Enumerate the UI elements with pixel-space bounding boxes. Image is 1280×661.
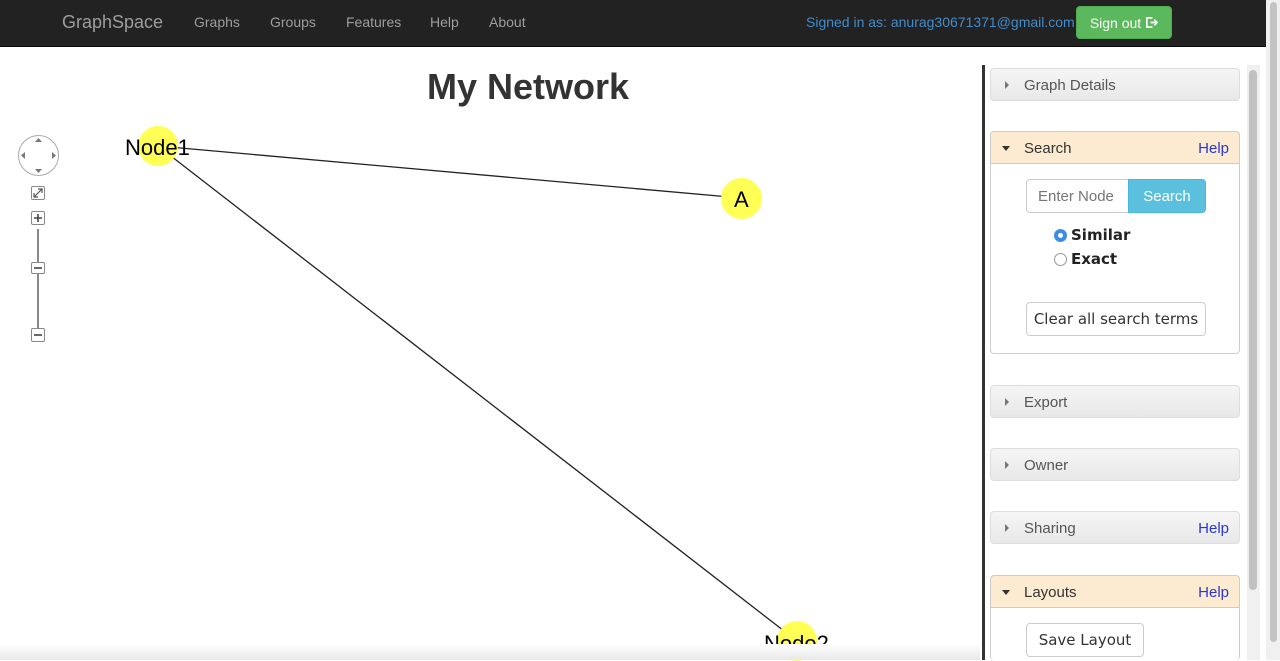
layouts-help-link[interactable]: Help — [1198, 584, 1229, 601]
node-label-node1: Node1 — [125, 135, 190, 160]
search-help-link[interactable]: Help — [1198, 140, 1229, 157]
panel-owner[interactable]: Owner — [990, 448, 1240, 481]
panel-search[interactable]: Search Help — [990, 131, 1240, 164]
pan-arrows-icon — [21, 138, 56, 173]
save-layout-button[interactable]: Save Layout — [1026, 623, 1144, 657]
panel-layouts[interactable]: Layouts Help — [990, 575, 1240, 608]
caret-right-icon — [1005, 81, 1009, 89]
panel-title-sharing: Sharing — [1024, 520, 1076, 537]
node-search-input[interactable] — [1026, 179, 1129, 213]
edge-node1-a — [157, 145, 742, 199]
sharing-help-link[interactable]: Help — [1198, 520, 1229, 537]
sign-out-button[interactable]: Sign out — [1076, 6, 1172, 39]
panel-graph-details[interactable]: Graph Details — [990, 68, 1240, 101]
caret-down-icon — [1002, 590, 1010, 595]
radio-exact[interactable]: Exact — [1054, 250, 1117, 268]
panel-title-export: Export — [1024, 394, 1068, 411]
caret-right-icon — [1005, 398, 1009, 406]
expand-icon — [33, 188, 43, 198]
sidebar: Graph Details Search Help Search Similar… — [985, 65, 1247, 660]
radio-exact-label: Exact — [1071, 250, 1118, 268]
panel-sharing[interactable]: Sharing Help — [990, 511, 1240, 544]
edge-node1-node2 — [157, 145, 798, 642]
graph-bottom-edge — [0, 644, 980, 660]
radio-exact-input[interactable] — [1054, 252, 1067, 266]
zoom-slider-track[interactable] — [37, 229, 39, 329]
graph-edges — [157, 145, 798, 642]
panel-title-owner: Owner — [1024, 457, 1069, 474]
panel-export[interactable]: Export — [990, 385, 1240, 418]
caret-down-icon — [1002, 146, 1010, 151]
search-panel-body: Search Similar Exact Clear all search te… — [990, 164, 1240, 354]
page-scrollbar-thumb[interactable] — [1270, 2, 1277, 642]
slider-handle-icon — [34, 267, 42, 269]
zoom-slider-handle[interactable] — [31, 262, 45, 274]
fit-view-button[interactable] — [31, 186, 45, 200]
caret-right-icon — [1005, 524, 1009, 532]
sidebar-scrollbar-thumb[interactable] — [1249, 70, 1257, 590]
plus-icon — [34, 214, 42, 222]
zoom-out-button[interactable] — [31, 328, 45, 342]
panel-title-graph-details: Graph Details — [1024, 77, 1116, 94]
panel-title-search: Search — [1024, 140, 1072, 157]
panel-title-layouts: Layouts — [1024, 584, 1077, 601]
pan-control[interactable] — [18, 135, 59, 176]
radio-similar-label: Similar — [1071, 226, 1131, 244]
sign-out-icon — [1146, 17, 1159, 28]
clear-search-button[interactable]: Clear all search terms — [1026, 302, 1206, 336]
minus-icon — [34, 334, 42, 336]
radio-similar-input[interactable] — [1054, 228, 1067, 242]
radio-similar[interactable]: Similar — [1054, 226, 1130, 244]
caret-right-icon — [1005, 461, 1009, 469]
sign-out-label: Sign out — [1089, 14, 1142, 31]
search-button[interactable]: Search — [1128, 179, 1206, 213]
layouts-panel-body: Save Layout — [990, 608, 1240, 660]
zoom-in-button[interactable] — [31, 211, 45, 225]
node-label-a: A — [734, 187, 749, 212]
